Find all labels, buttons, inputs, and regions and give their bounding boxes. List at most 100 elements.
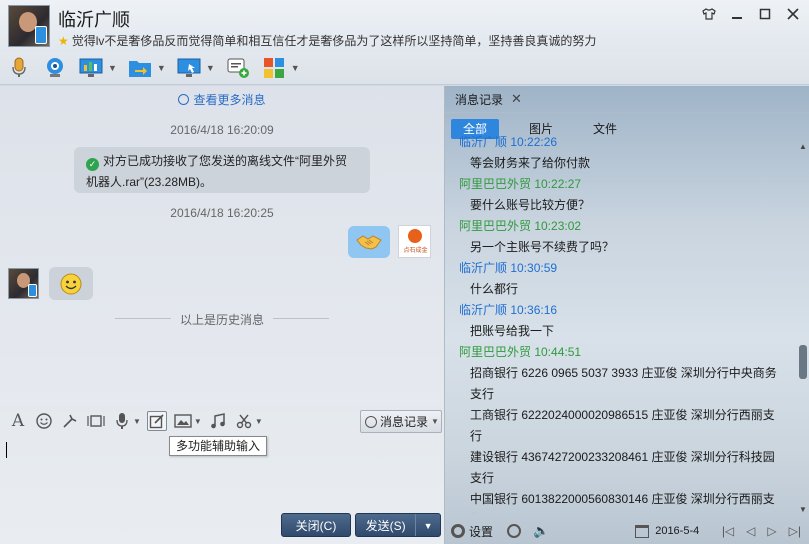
history-message: 把账号给我一下 — [470, 324, 555, 338]
send-button[interactable]: 发送(S) ▼ — [355, 513, 441, 537]
voice-dropdown-icon[interactable]: ▼ — [133, 417, 141, 426]
screenshot-icon[interactable] — [86, 411, 106, 431]
tooltip: 多功能辅助输入 — [169, 436, 267, 456]
close-tab-icon[interactable]: ✕ — [511, 91, 522, 107]
title-bar: 临沂广顺 ★ 觉得lv不是奢侈品反而觉得简单和相互信任才是奢侈品为了这样所以坚持简… — [0, 0, 809, 52]
image-icon[interactable] — [173, 411, 193, 431]
signature-text: 觉得lv不是奢侈品反而觉得简单和相互信任才是奢侈品为了这样所以坚持简单，坚持善良… — [71, 34, 597, 48]
calendar-icon[interactable] — [635, 524, 650, 538]
message-record-label: 消息记录 — [380, 415, 429, 429]
history-log: 临沂广顺 10:22:26 等会财务来了给你付款 阿里巴巴外贸 10:22:27 要什… — [445, 132, 797, 514]
history-sender: 阿里巴巴外贸 10:22:27 — [459, 177, 582, 191]
microphone-icon[interactable] — [6, 56, 32, 80]
history-message: 工商银行 6222024000020986515 庄亚俊 深圳分行西丽支行 — [470, 408, 775, 443]
history-message: 什么都行 — [470, 282, 519, 296]
history-message: 等会财务来了给你付款 — [470, 156, 591, 170]
history-date[interactable]: 2016-5-4 — [655, 525, 699, 537]
star-icon: ★ — [58, 34, 69, 48]
remote-assist-dropdown-icon[interactable]: ▼ — [206, 63, 215, 73]
contact-signature: ★ 觉得lv不是奢侈品反而觉得简单和相互信任才是奢侈品为了这样所以坚持简单，坚持善… — [58, 32, 596, 49]
system-message-text: 机器人.rar”(23.28MB)。 — [86, 175, 213, 189]
remote-assist-icon[interactable] — [176, 56, 202, 80]
file-transfer-dropdown-icon[interactable]: ▼ — [157, 63, 166, 73]
mobile-online-icon — [35, 26, 47, 44]
close-chat-button[interactable]: 关闭(C) — [281, 513, 351, 537]
music-icon[interactable] — [208, 411, 228, 431]
history-sender: 临沂广顺 10:36:16 — [459, 303, 558, 317]
history-message: 招商银行 6226 0965 5037 3933 庄亚俊 深圳分行中央商务支行 — [470, 366, 777, 401]
history-tab-header: 消息记录 ✕ — [445, 86, 809, 112]
history-sender: 临沂广顺 10:30:59 — [459, 261, 558, 275]
apps-icon[interactable] — [261, 56, 287, 80]
contact-avatar-small[interactable] — [8, 268, 39, 299]
scroll-thumb[interactable] — [799, 345, 807, 379]
shake-icon[interactable] — [60, 411, 80, 431]
search-icon[interactable] — [507, 524, 522, 538]
scissors-dropdown-icon[interactable]: ▼ — [255, 417, 263, 426]
system-message-text: 对方已成功接收了您发送的离线文件“阿里外贸 — [103, 154, 347, 168]
close-button[interactable] — [785, 6, 801, 22]
history-message: 建设银行 4367427200233208461 庄亚俊 深圳分行科技园支行 — [470, 450, 775, 485]
tab-message-record[interactable]: 消息记录 — [445, 91, 503, 108]
gear-icon[interactable] — [451, 524, 465, 538]
window-controls — [701, 6, 801, 22]
file-transfer-icon[interactable] — [127, 56, 153, 80]
apps-dropdown-icon[interactable]: ▼ — [291, 63, 300, 73]
send-label[interactable]: 发送(S) — [356, 514, 417, 536]
history-footer: 设置 🔈 2016-5-4 |◁ ◁ ▷ ▷| — [445, 518, 809, 544]
chat-toolbar: ▼ ▼ ▼ ▼ — [0, 52, 809, 85]
mobile-online-icon — [28, 284, 37, 297]
system-message-bubble: ✓ 对方已成功接收了您发送的离线文件“阿里外贸 机器人.rar”(23.28MB)… — [74, 147, 370, 193]
my-avatar[interactable]: 点石成金 — [398, 225, 431, 258]
history-scrollbar[interactable]: ▲ ▼ — [797, 142, 809, 514]
settings-label[interactable]: 设置 — [469, 523, 493, 540]
screen-share-icon[interactable] — [78, 56, 104, 80]
next-page-icon[interactable]: ▷ — [767, 524, 776, 538]
maximize-button[interactable] — [757, 6, 773, 22]
smile-emoji-icon — [60, 273, 82, 294]
message-history-panel: 消息记录 ✕ 全部 图片 文件 临沂广顺 10:22:26 等会财务来了给你付款阿… — [445, 86, 809, 544]
send-options-dropdown-icon[interactable]: ▼ — [416, 514, 440, 536]
message-timestamp: 2016/4/18 16:20:09 — [170, 123, 274, 137]
video-camera-icon[interactable] — [42, 56, 68, 80]
scroll-up-icon[interactable]: ▲ — [799, 142, 807, 151]
history-message: 另一个主账号不续费了吗？ — [470, 240, 615, 254]
chat-history-area: 查看更多消息 2016/4/18 16:20:09 ✓ 对方已成功接收了您发送的离… — [0, 86, 444, 406]
first-page-icon[interactable]: |◁ — [722, 524, 734, 538]
view-more-label[interactable]: 查看更多消息 — [193, 93, 265, 107]
check-icon: ✓ — [86, 158, 99, 171]
prev-page-icon[interactable]: ◁ — [746, 524, 755, 538]
clock-icon — [178, 94, 190, 105]
history-divider: 以上是历史消息 — [115, 311, 329, 328]
image-dropdown-icon[interactable]: ▼ — [194, 417, 202, 426]
sent-message-bubble[interactable] — [348, 226, 390, 258]
history-message: 中国银行 6013822000560830146 庄亚俊 深圳分行西丽支行 — [470, 492, 775, 514]
last-page-icon[interactable]: ▷| — [789, 524, 801, 538]
skin-icon[interactable] — [701, 6, 717, 22]
pager: |◁ ◁ ▷ ▷| — [722, 524, 801, 538]
scroll-down-icon[interactable]: ▼ — [799, 505, 807, 514]
emoji-icon[interactable] — [34, 411, 54, 431]
view-more-messages-link[interactable]: 查看更多消息 — [0, 91, 444, 108]
contact-avatar[interactable] — [8, 5, 50, 47]
message-record-button[interactable]: 消息记录 ▼ — [360, 410, 442, 433]
history-message: 要什么账号比较方便？ — [470, 198, 591, 212]
screen-share-dropdown-icon[interactable]: ▼ — [108, 63, 117, 73]
scissors-icon[interactable] — [234, 411, 254, 431]
font-icon[interactable]: A — [8, 411, 28, 431]
voice-message-icon[interactable] — [112, 411, 132, 431]
handshake-emoji-icon — [356, 235, 382, 250]
minimize-button[interactable] — [729, 6, 745, 22]
history-sender: 阿里巴巴外贸 10:23:02 — [459, 219, 582, 233]
history-sender: 阿里巴巴外贸 10:44:51 — [459, 345, 582, 359]
clock-icon — [365, 415, 377, 428]
message-timestamp: 2016/4/18 16:20:25 — [170, 206, 274, 220]
received-message-bubble[interactable] — [49, 267, 93, 300]
shop-logo-text: 点石成金 — [403, 248, 428, 254]
contact-name[interactable]: 临沂广顺 — [58, 6, 130, 32]
text-caret — [6, 442, 7, 458]
add-chat-icon[interactable] — [225, 56, 251, 80]
chevron-down-icon: ▼ — [431, 417, 439, 426]
speaker-icon[interactable]: 🔈 — [533, 523, 549, 539]
multi-input-icon[interactable] — [146, 411, 167, 431]
